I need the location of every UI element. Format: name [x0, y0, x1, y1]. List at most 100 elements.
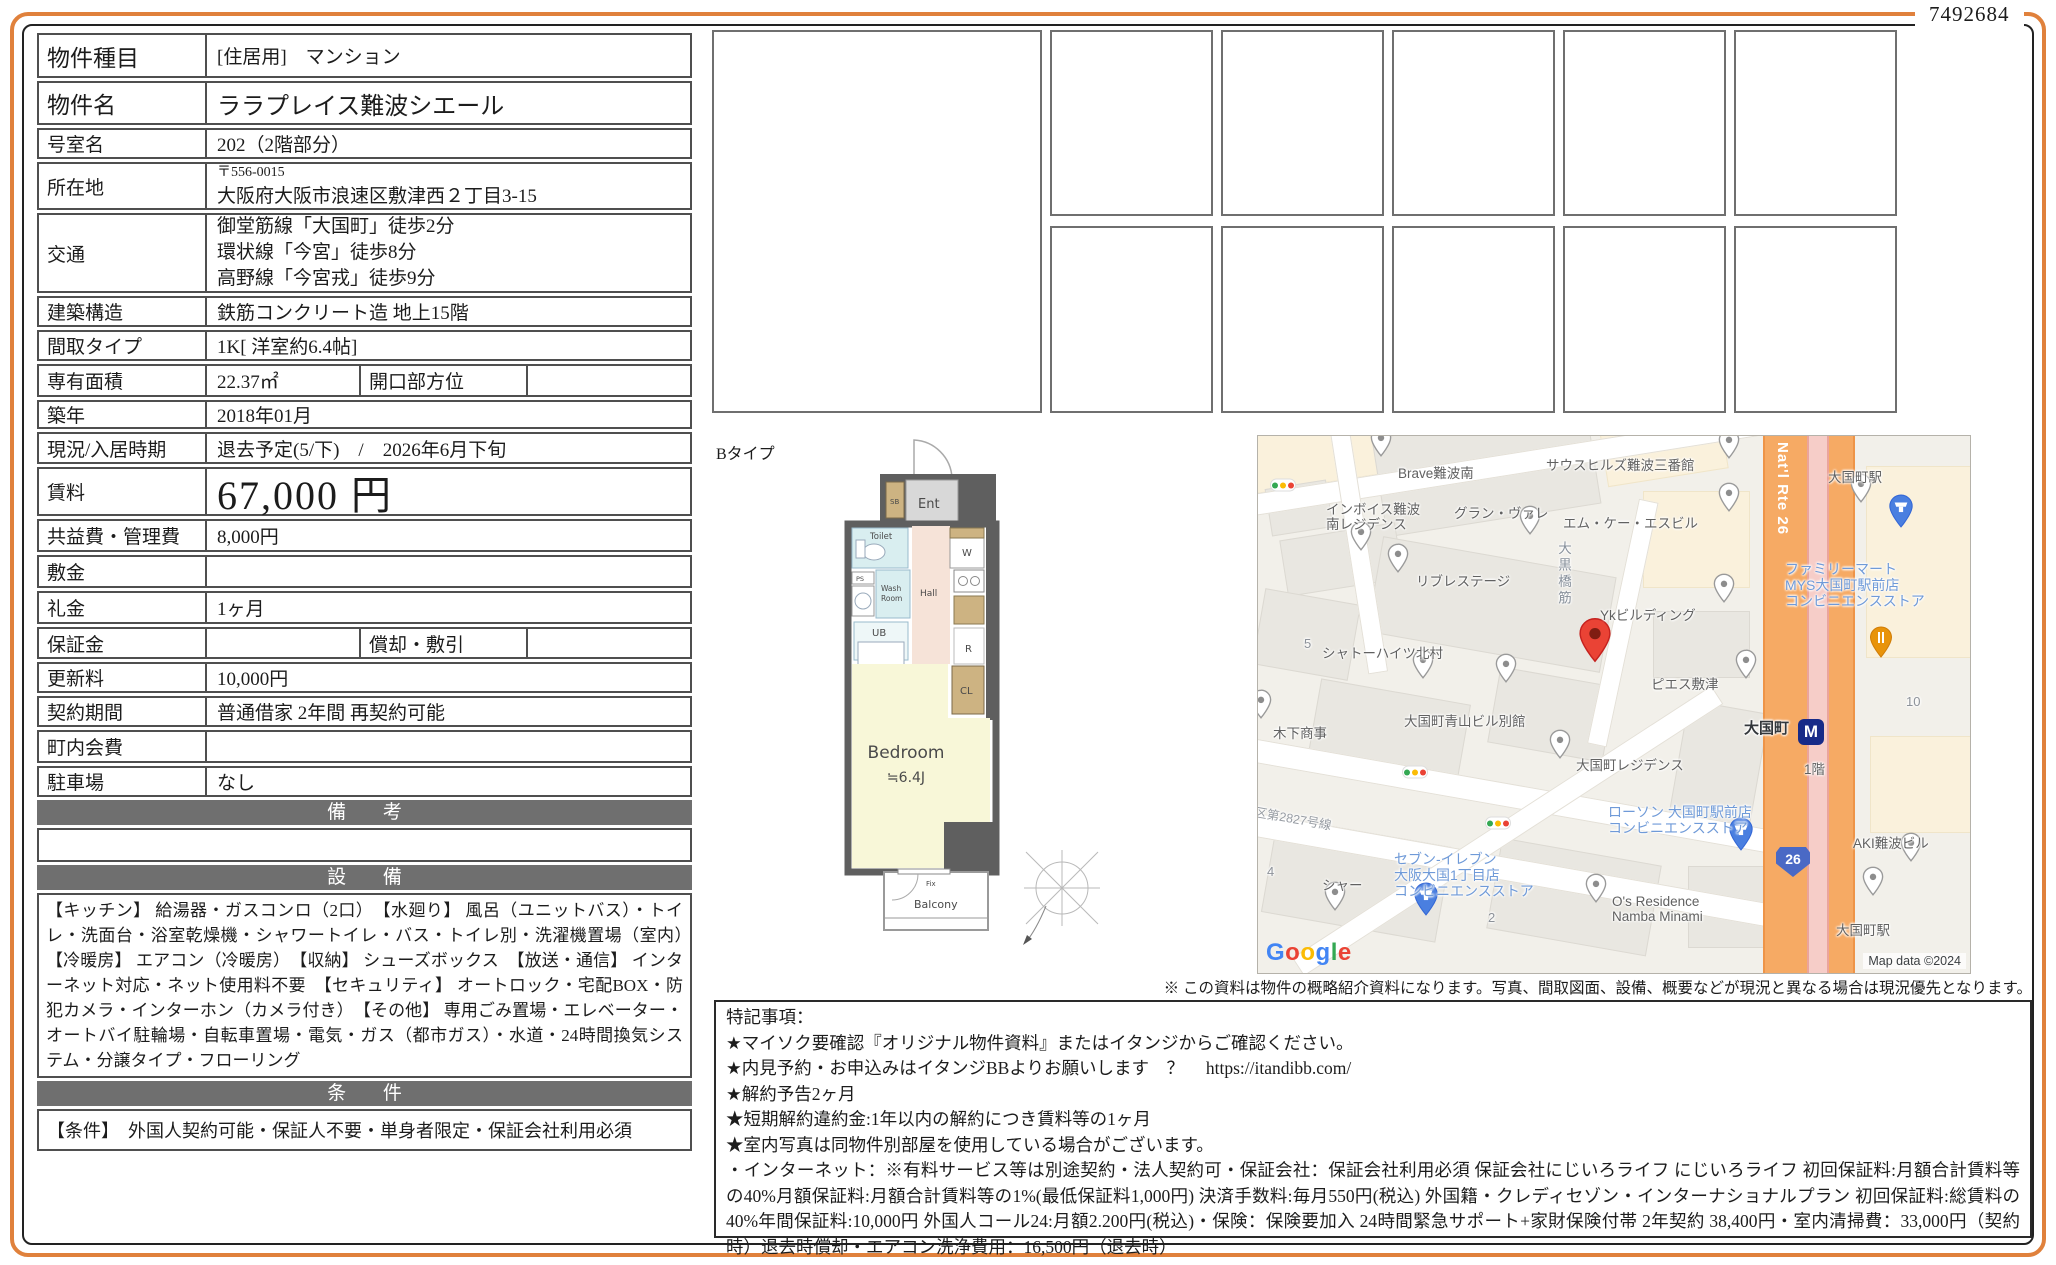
google-logo-letter: o — [1300, 939, 1315, 966]
row-label: 更新料 — [39, 664, 207, 691]
table-row: 賃料67,000 円 — [37, 467, 692, 516]
row-label: 礼金 — [39, 593, 207, 622]
map-label: 5 — [1304, 636, 1311, 651]
table-row: 駐車場なし — [37, 766, 692, 797]
photo-placeholder — [1734, 226, 1897, 413]
row-label: 物件名 — [39, 83, 207, 123]
google-logo-letter: G — [1266, 939, 1285, 966]
map-label: 木下商事 — [1273, 726, 1327, 741]
table-row: 所在地〒556-0015大阪府大阪市浪速区敷津西２丁目3-15 — [37, 162, 692, 210]
row-value: 〒556-0015大阪府大阪市浪速区敷津西２丁目3-15 — [207, 164, 690, 208]
map-pin-icon — [1495, 653, 1517, 688]
map-label: 10 — [1906, 694, 1920, 709]
map-pin-icon — [1713, 573, 1735, 608]
map-label: エム・ケー・エスビル — [1563, 516, 1698, 531]
row-label: 敷金 — [39, 557, 207, 586]
map-label: Brave難波南 — [1398, 466, 1474, 481]
floorplan: Bタイプ SB Ent Hall Toilet W — [712, 432, 1182, 1007]
map-pin-icon — [1718, 482, 1740, 517]
row-value: なし — [207, 768, 690, 795]
google-logo-letter: l — [1331, 939, 1338, 966]
table-row: 更新料10,000円 — [37, 662, 692, 693]
photo-placeholder — [1050, 30, 1213, 216]
row-label: 間取タイプ — [39, 332, 207, 359]
row-value: 10,000円 — [207, 664, 690, 691]
floorplan-drawing: SB Ent Hall Toilet W PS Wash Room — [840, 436, 1175, 1001]
row-value: 8,000円 — [207, 521, 690, 550]
row-value — [207, 629, 359, 657]
entrance-door-arc — [914, 440, 952, 478]
washer-shelf — [950, 528, 984, 538]
room-label-balcony: Balcony — [914, 898, 958, 911]
row-label: 専有面積 — [39, 366, 207, 395]
photo-placeholder — [1050, 226, 1213, 413]
row-label: 建築構造 — [39, 298, 207, 325]
document-id: 7492684 — [1915, 2, 2024, 27]
map-label: 大国町レジデンス — [1576, 758, 1684, 773]
kitchen-counter — [954, 596, 984, 624]
table-row: 礼金1ヶ月 — [37, 591, 692, 624]
map-label: ファミリーマート MYS大国町駅前店 コンビニエンスストア — [1785, 561, 1925, 609]
photo-placeholder — [1734, 30, 1897, 216]
map-label: シャトーハイツ北村 — [1322, 646, 1443, 661]
map-pin-icon — [1718, 435, 1740, 464]
table-row: 契約期間普通借家 2年間 再契約可能 — [37, 696, 692, 727]
map-block — [1870, 736, 1971, 833]
room-label-fix: Fix — [926, 880, 936, 888]
google-logo-letter: e — [1338, 939, 1352, 966]
property-table: 物件種目[住居用] マンション物件名ララプレイス難波シエール号室名202（2階部… — [37, 30, 692, 1151]
table-row: 保証金償却・敷引 — [37, 627, 692, 659]
room-label-size: ≒6.4J — [887, 770, 925, 786]
photo-placeholder — [1221, 226, 1384, 413]
map-label: 大国町駅 — [1836, 923, 1890, 938]
map-label: サウスヒルズ難波三番館 — [1546, 458, 1695, 473]
page: 7492684 物件種目[住居用] マンション物件名ララプレイス難波シエール号室… — [0, 0, 2056, 1265]
row-value: 退去予定(5/下) / 2026年6月下旬 — [207, 434, 690, 462]
row-label: 共益費・管理費 — [39, 521, 207, 550]
fix-window — [898, 869, 950, 874]
row-value: 御堂筋線「大国町」徒歩2分 環状線「今宮」徒歩8分 高野線「今宮戎」徒歩9分 — [207, 215, 690, 291]
row-value — [528, 629, 690, 657]
row-value: 202（2階部分） — [207, 130, 690, 157]
photo-placeholder — [1563, 30, 1726, 216]
table-row: 現況/入居時期退去予定(5/下) / 2026年6月下旬 — [37, 432, 692, 464]
row-label: 駐車場 — [39, 768, 207, 795]
room-label-wash2: Room — [881, 594, 902, 603]
row-label: 所在地 — [39, 164, 207, 208]
map-label: 4 — [1267, 864, 1274, 879]
section-header-joken: 条 件 — [37, 1081, 692, 1106]
biko-box — [37, 828, 692, 862]
photo-placeholder — [1563, 226, 1726, 413]
row-label: 賃料 — [39, 469, 207, 514]
section-header-biko: 備 考 — [37, 800, 692, 825]
traffic-light-icon — [1403, 767, 1427, 778]
row-label: 保証金 — [39, 629, 207, 657]
rail-line — [1807, 436, 1829, 973]
bedroom-notch-wall — [944, 822, 994, 872]
map-label: 大国町駅 — [1828, 470, 1882, 485]
map-label: セブン-イレブン 大阪大国1丁目店 コンビニエンスストア — [1394, 851, 1534, 899]
map-label: ピエス敷津 — [1651, 677, 1719, 692]
table-row: 敷金 — [37, 555, 692, 588]
setsubi-text: 【キッチン】 給湯器・ガスコンロ（2口） 【水廻り】 風呂（ユニットバス）・トイ… — [37, 893, 692, 1078]
map-label: AKI難波ビル — [1853, 836, 1929, 851]
map-label: 大国町 — [1744, 721, 1789, 736]
google-logo-letter: g — [1316, 939, 1331, 966]
row-label: 物件種目 — [39, 35, 207, 76]
map-label: 大国町青山ビル別館 — [1404, 714, 1526, 729]
row-value: 1ヶ月 — [207, 593, 690, 622]
disclaimer: ※ この資料は物件の概略紹介資料になります。写真、間取図面、設備、概要などが現況… — [1082, 976, 2032, 998]
row-label: 号室名 — [39, 130, 207, 157]
google-logo-letter: o — [1285, 939, 1300, 966]
room-label-w: W — [962, 548, 972, 559]
row-value: [住居用] マンション — [207, 35, 690, 76]
map-pin-icon — [1862, 866, 1884, 901]
table-row: 建築構造鉄筋コンクリート造 地上15階 — [37, 296, 692, 327]
map-pin-icon — [1549, 729, 1571, 764]
row-value — [207, 557, 690, 586]
row-value: 普通借家 2年間 再契約可能 — [207, 698, 690, 725]
map-label: 大黒橋筋 — [1556, 541, 1571, 607]
row-value: 鉄筋コンクリート造 地上15階 — [207, 298, 690, 325]
room-label-ent: Ent — [918, 497, 940, 512]
table-row: 間取タイプ1K[ 洋室約6.4帖] — [37, 330, 692, 361]
